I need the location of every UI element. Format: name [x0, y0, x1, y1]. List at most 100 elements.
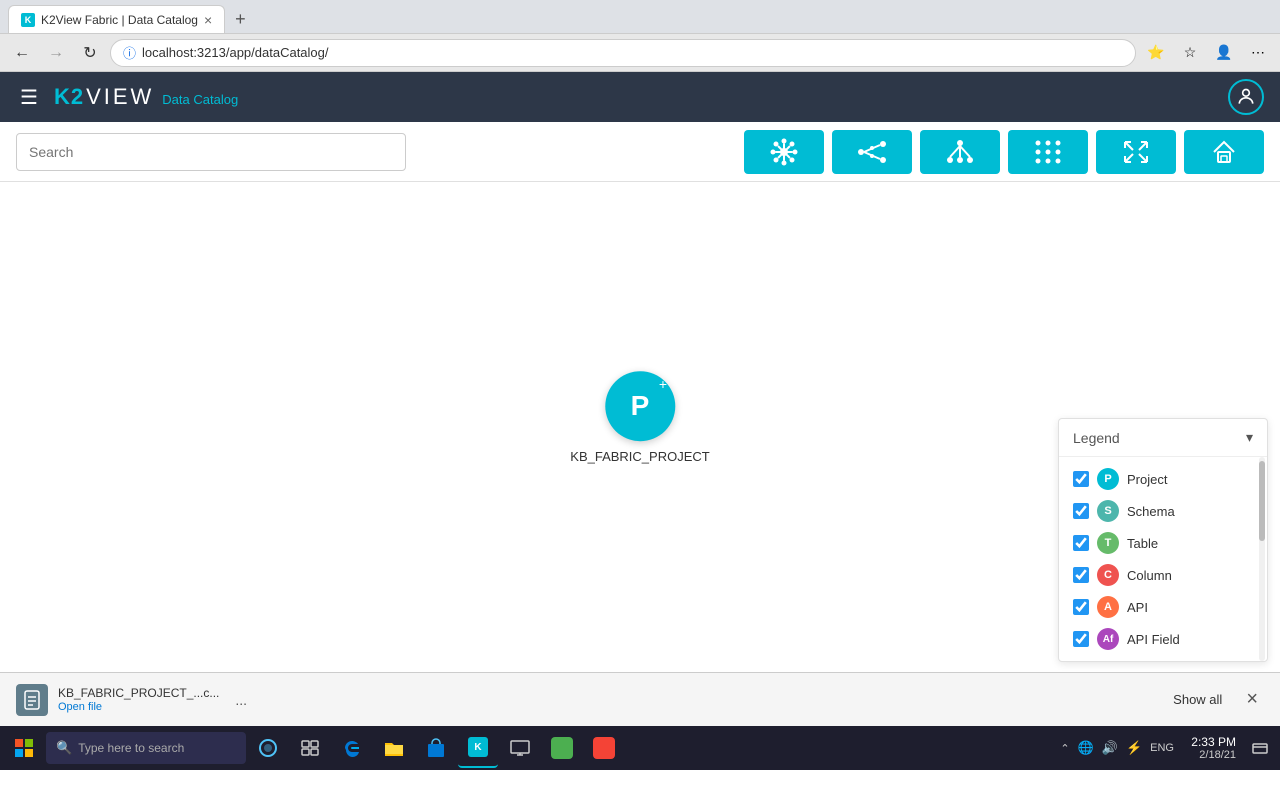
- taskbar-red-button[interactable]: [584, 728, 624, 768]
- taskbar-green-button[interactable]: [542, 728, 582, 768]
- bookmark-icon[interactable]: ☆: [1176, 39, 1204, 67]
- legend-item-table: T Table: [1073, 527, 1253, 559]
- clock-time: 2:33 PM: [1191, 735, 1236, 749]
- legend-panel: Legend ▾ P Project S Schema T Table: [1058, 418, 1268, 662]
- node-letter: P: [631, 390, 650, 422]
- taskbar: 🔍 Type here to search: [0, 726, 1280, 770]
- legend-badge-table: T: [1097, 532, 1119, 554]
- legend-chevron-icon: ▾: [1246, 429, 1253, 446]
- legend-item-column: C Column: [1073, 559, 1253, 591]
- tab-favicon: K: [21, 13, 35, 27]
- download-more-button[interactable]: ...: [231, 688, 251, 712]
- legend-badge-project: P: [1097, 468, 1119, 490]
- taskbar-search-icon: 🔍: [56, 740, 72, 756]
- browser-menu-button[interactable]: ⋯: [1244, 39, 1272, 67]
- nodes-icon: [769, 137, 799, 167]
- new-tab-button[interactable]: +: [227, 5, 254, 33]
- logo-k2: K2: [54, 84, 84, 110]
- toolbar-nodes-button[interactable]: [744, 130, 824, 174]
- user-avatar-button[interactable]: [1228, 79, 1264, 115]
- hamburger-button[interactable]: ☰: [16, 81, 42, 114]
- app-header: ☰ K2 VIEW Data Catalog: [0, 72, 1280, 122]
- legend-item-apifield: Af API Field: [1073, 623, 1253, 655]
- collapse-icon: [1121, 138, 1151, 166]
- back-button[interactable]: ←: [8, 39, 36, 67]
- browser-tab[interactable]: K K2View Fabric | Data Catalog ×: [8, 5, 225, 33]
- legend-scrollbar[interactable]: [1259, 457, 1265, 661]
- legend-item-project: P Project: [1073, 463, 1253, 495]
- clock-date: 2/18/21: [1199, 749, 1236, 761]
- logo: K2 VIEW Data Catalog: [54, 84, 238, 110]
- home-icon: [1210, 138, 1238, 166]
- systray-network-icon[interactable]: 🌐: [1076, 738, 1096, 758]
- taskbar-taskview-button[interactable]: [290, 728, 330, 768]
- legend-label-apifield: API Field: [1127, 632, 1180, 647]
- legend-badge-apifield: Af: [1097, 628, 1119, 650]
- profile-icon[interactable]: 👤: [1210, 39, 1238, 67]
- legend-checkbox-project[interactable]: [1073, 471, 1089, 487]
- legend-label-column: Column: [1127, 568, 1172, 583]
- node-container: P + KB_FABRIC_PROJECT: [570, 371, 709, 464]
- download-file-icon: [16, 684, 48, 716]
- systray-volume-icon[interactable]: 🔊: [1100, 738, 1120, 758]
- taskbar-edge-button[interactable]: [332, 728, 372, 768]
- legend-badge-column: C: [1097, 564, 1119, 586]
- toolbar-hierarchy-button[interactable]: [920, 130, 1000, 174]
- node-plus-icon: +: [659, 377, 667, 391]
- legend-badge-schema: S: [1097, 500, 1119, 522]
- legend-scrollbar-thumb: [1259, 461, 1265, 541]
- legend-badge-api: A: [1097, 596, 1119, 618]
- systray-battery-icon[interactable]: ⚡: [1124, 738, 1144, 758]
- legend-label-table: Table: [1127, 536, 1158, 551]
- legend-item-api: A API: [1073, 591, 1253, 623]
- legend-checkbox-apifield[interactable]: [1073, 631, 1089, 647]
- open-file-link[interactable]: Open file: [58, 701, 219, 713]
- tab-title: K2View Fabric | Data Catalog: [41, 13, 198, 27]
- download-close-button[interactable]: ×: [1240, 686, 1264, 713]
- hierarchy-icon: [944, 138, 976, 166]
- windows-start-button[interactable]: [4, 728, 44, 768]
- legend-label-schema: Schema: [1127, 504, 1175, 519]
- user-icon: [1236, 87, 1256, 107]
- main-canvas: P + KB_FABRIC_PROJECT Legend ▾ P Project…: [0, 182, 1280, 672]
- address-input-bar[interactable]: ⓘ localhost:3213/app/dataCatalog/: [110, 39, 1136, 67]
- browser-address-bar: ← → ↻ ⓘ localhost:3213/app/dataCatalog/ …: [0, 34, 1280, 72]
- grid-icon: [1033, 138, 1063, 166]
- legend-checkbox-schema[interactable]: [1073, 503, 1089, 519]
- taskbar-notifications-button[interactable]: [1244, 732, 1276, 764]
- legend-checkbox-column[interactable]: [1073, 567, 1089, 583]
- toolbar-grid-button[interactable]: [1008, 130, 1088, 174]
- taskbar-clock[interactable]: 2:33 PM 2/18/21: [1182, 735, 1242, 761]
- info-icon: ⓘ: [123, 43, 136, 62]
- tab-close-icon[interactable]: ×: [204, 12, 212, 28]
- legend-item-schema: S Schema: [1073, 495, 1253, 527]
- systray-chevron-button[interactable]: ⌃: [1058, 740, 1071, 757]
- legend-checkbox-api[interactable]: [1073, 599, 1089, 615]
- extensions-icon[interactable]: ⭐: [1142, 39, 1170, 67]
- systray-lang: ENG: [1148, 742, 1176, 754]
- legend-items-container: P Project S Schema T Table C Column: [1059, 457, 1267, 661]
- url-text: localhost:3213/app/dataCatalog/: [142, 45, 328, 60]
- legend-header[interactable]: Legend ▾: [1059, 419, 1267, 457]
- taskbar-search-bar[interactable]: 🔍 Type here to search: [46, 732, 246, 764]
- split-icon: [856, 138, 888, 166]
- toolbar-home-button[interactable]: [1184, 130, 1264, 174]
- legend-checkbox-table[interactable]: [1073, 535, 1089, 551]
- toolbar: [0, 122, 1280, 182]
- node-name-label: KB_FABRIC_PROJECT: [570, 449, 709, 464]
- search-input[interactable]: [16, 133, 406, 171]
- show-all-button[interactable]: Show all: [1165, 688, 1230, 711]
- toolbar-split-button[interactable]: [832, 130, 912, 174]
- forward-button[interactable]: →: [42, 39, 70, 67]
- reload-button[interactable]: ↻: [76, 39, 104, 67]
- app-container: ☰ K2 VIEW Data Catalog: [0, 72, 1280, 672]
- taskbar-cortana-button[interactable]: [248, 728, 288, 768]
- toolbar-collapse-button[interactable]: [1096, 130, 1176, 174]
- project-node[interactable]: P +: [605, 371, 675, 441]
- download-bar: KB_FABRIC_PROJECT_...c... Open file ... …: [0, 672, 1280, 726]
- taskbar-explorer-button[interactable]: [374, 728, 414, 768]
- taskbar-search-placeholder: Type here to search: [78, 741, 184, 755]
- taskbar-monitor-button[interactable]: [500, 728, 540, 768]
- taskbar-k2view-button[interactable]: K: [458, 728, 498, 768]
- taskbar-store-button[interactable]: [416, 728, 456, 768]
